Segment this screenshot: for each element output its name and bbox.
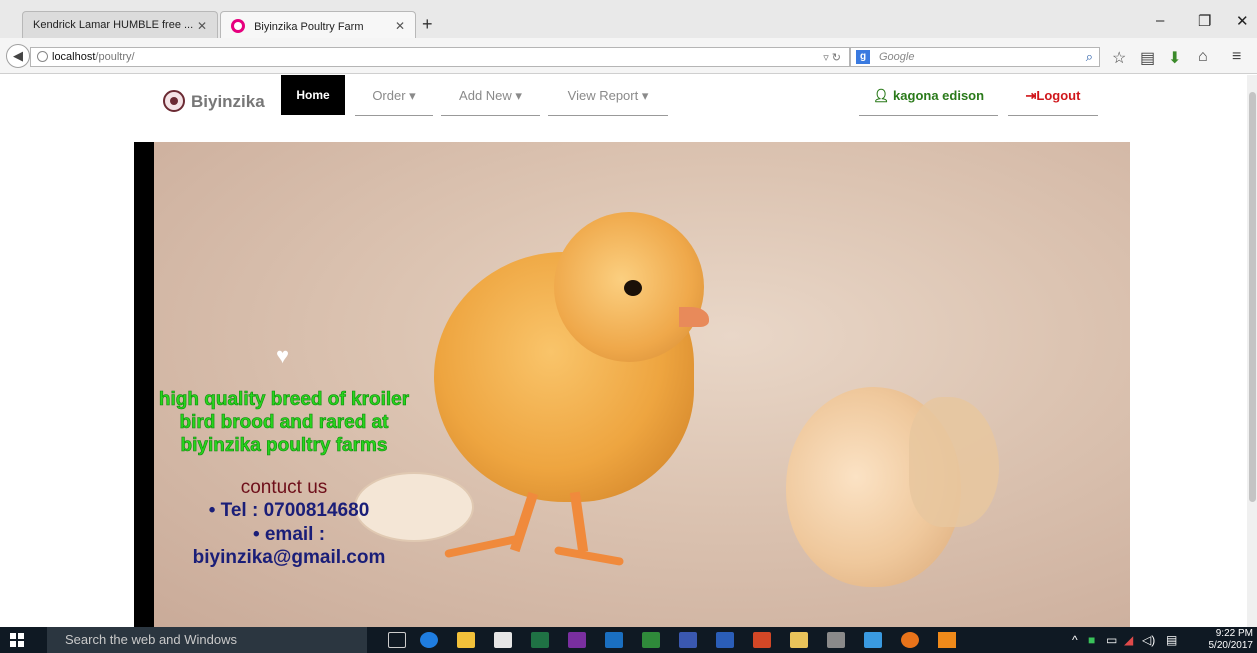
store-icon[interactable] — [494, 632, 512, 648]
search-icon[interactable]: ⌕ — [1086, 49, 1093, 65]
close-window-button[interactable]: ✕ — [1236, 12, 1249, 30]
nav-order-dropdown[interactable]: Order ▾ — [355, 75, 433, 116]
menu-icon[interactable]: ≡ — [1232, 48, 1241, 66]
folder-icon[interactable] — [790, 632, 808, 648]
nav-user[interactable]: 👤︎ kagona edison — [859, 75, 998, 116]
contact-title: contuct us — [240, 477, 328, 498]
word-icon[interactable] — [716, 632, 734, 648]
contact-email: biyinzika@gmail.com — [192, 547, 386, 568]
browser-tab-kendrick[interactable]: Kendrick Lamar HUMBLE free ... ✕ — [22, 11, 218, 38]
bookmark-star-icon[interactable]: ☆ — [1112, 48, 1126, 68]
tagline-line: bird brood and rared at — [179, 412, 389, 434]
search-bar[interactable]: g Google ⌕ — [850, 47, 1100, 67]
nav-home[interactable]: Home — [281, 75, 345, 115]
firefox-icon[interactable] — [901, 632, 919, 648]
vlc-icon[interactable] — [938, 632, 956, 648]
windows-taskbar: Search the web and Windows ^ ■ ▭ ◢ ◁) ▤ … — [0, 627, 1257, 653]
visio-icon[interactable] — [679, 632, 697, 648]
excel-icon[interactable] — [531, 632, 549, 648]
project-icon[interactable] — [642, 632, 660, 648]
taskbar-search[interactable]: Search the web and Windows — [47, 627, 367, 653]
task-view-icon[interactable] — [388, 632, 406, 648]
search-placeholder: Google — [879, 51, 915, 63]
url-host: localhost — [52, 51, 96, 63]
download-icon[interactable]: ⬇ — [1168, 48, 1181, 68]
windows-start-icon[interactable] — [10, 633, 24, 647]
edge-icon[interactable] — [420, 632, 438, 648]
close-tab-icon[interactable]: ✕ — [395, 19, 405, 33]
contact-email-label: • email : — [252, 524, 326, 545]
egg-crack-image — [909, 397, 999, 527]
app-icon[interactable] — [827, 632, 845, 648]
chick-beak — [679, 307, 709, 327]
tab-title: Kendrick Lamar HUMBLE free ... — [33, 19, 194, 31]
network-icon[interactable]: ◢ — [1124, 633, 1133, 647]
heart-icon: ♥ — [276, 343, 290, 368]
browser-tab-biyinzika[interactable]: Biyinzika Poultry Farm ✕ — [220, 11, 416, 38]
favicon-icon — [231, 19, 245, 33]
url-path: /poultry/ — [95, 51, 135, 63]
chick-foot — [553, 545, 625, 567]
chick-eye — [624, 280, 642, 296]
new-tab-button[interactable]: + — [422, 14, 433, 35]
notifications-icon[interactable]: ▤ — [1166, 633, 1177, 647]
home-icon[interactable]: ⌂ — [1198, 48, 1208, 66]
tagline-line: biyinzika poultry farms — [180, 435, 388, 457]
hero-banner: ♥ high quality breed of kroiler bird bro… — [134, 142, 1130, 627]
user-icon: 👤︎ — [872, 88, 890, 103]
contact-tel: • Tel : 0700814680 — [208, 500, 370, 521]
tab-title: Biyinzika Poultry Farm — [254, 21, 364, 33]
hero-tagline: high quality breed of kroiler bird brood… — [134, 388, 434, 457]
nav-add-new-dropdown[interactable]: Add New ▾ — [441, 75, 540, 116]
battery-icon[interactable]: ▭ — [1106, 633, 1117, 647]
nav-logout[interactable]: ⇥Logout — [1008, 75, 1098, 116]
user-name: kagona edison — [893, 88, 985, 103]
minimize-button[interactable]: – — [1156, 12, 1164, 29]
restore-button[interactable]: ❐ — [1198, 12, 1211, 30]
logout-icon: ⇥ — [1025, 88, 1037, 103]
volume-icon[interactable]: ◁) — [1142, 633, 1155, 647]
biyinzika-logo-icon — [163, 90, 185, 112]
tray-chevron-icon[interactable]: ^ — [1072, 633, 1078, 647]
google-icon: g — [856, 50, 870, 64]
scrollbar-thumb[interactable] — [1249, 92, 1256, 502]
browser-tab-bar: Kendrick Lamar HUMBLE free ... ✕ Biyinzi… — [0, 0, 1257, 38]
url-bar[interactable]: localhost/poultry/ ▿ ↻ — [30, 47, 850, 67]
media-icon[interactable] — [864, 632, 882, 648]
globe-icon — [37, 51, 48, 62]
taskbar-clock[interactable]: 9:22 PM 5/20/2017 — [1209, 628, 1254, 652]
outlook-icon[interactable] — [605, 632, 623, 648]
site-brand[interactable]: Biyinzika — [163, 90, 265, 112]
tagline-line: high quality breed of kroiler — [158, 389, 410, 411]
tray-app-icon[interactable]: ■ — [1088, 633, 1095, 647]
brand-name: Biyinzika — [191, 92, 265, 111]
site-navbar: Biyinzika Home Order ▾ Add New ▾ View Re… — [0, 75, 1257, 120]
logout-label: Logout — [1036, 88, 1081, 103]
onenote-icon[interactable] — [568, 632, 586, 648]
powerpoint-icon[interactable] — [753, 632, 771, 648]
reload-icon[interactable]: ▿ ↻ — [823, 51, 841, 64]
clock-date: 5/20/2017 — [1208, 640, 1254, 651]
nav-view-report-dropdown[interactable]: View Report ▾ — [548, 75, 668, 116]
close-tab-icon[interactable]: ✕ — [197, 19, 207, 33]
back-button[interactable]: ◀ — [6, 44, 30, 68]
reading-list-icon[interactable]: ▤ — [1140, 48, 1155, 68]
file-explorer-icon[interactable] — [457, 632, 475, 648]
browser-toolbar: ◀ localhost/poultry/ ▿ ↻ g Google ⌕ ☆ ▤ … — [0, 38, 1257, 74]
clock-time: 9:22 PM — [1215, 628, 1253, 639]
